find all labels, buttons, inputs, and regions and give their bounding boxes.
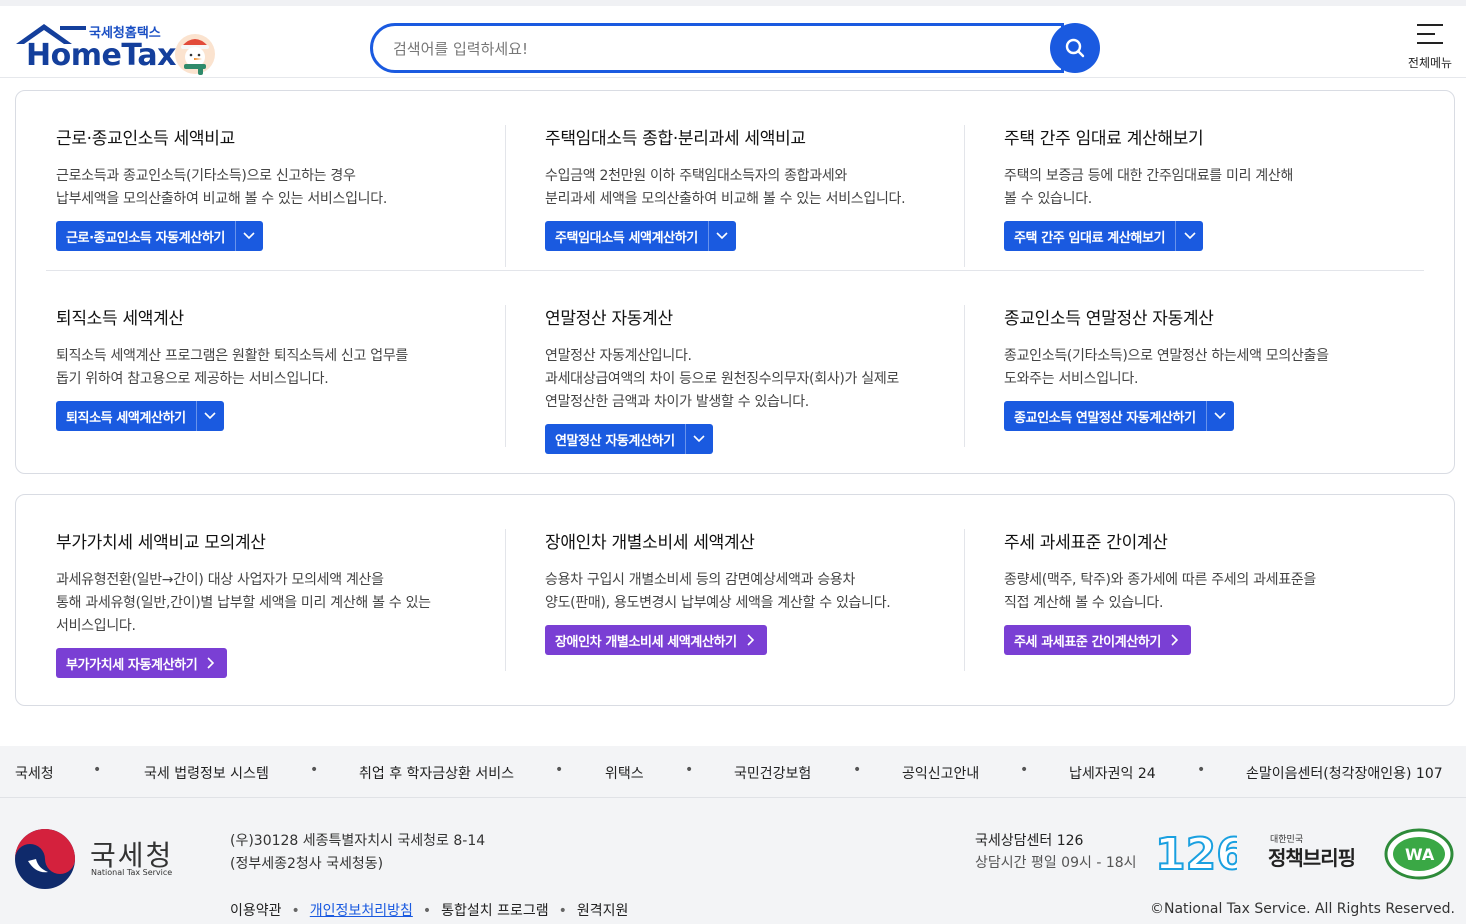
service-title: 장애인차 개별소비세 세액계산 <box>545 533 755 553</box>
search-bar <box>370 23 1100 75</box>
service-title: 퇴직소득 세액계산 <box>56 309 184 329</box>
all-menu-label: 전체메뉴 <box>1407 56 1453 70</box>
address: (우)30128 세종특별자치시 국세청로 8-14 (정부세종2청사 국세청동… <box>230 833 486 872</box>
footer-link-wetax[interactable]: 위택스 <box>605 763 644 783</box>
footer-link-taxpayer-rights[interactable]: 납세자권익 24 <box>1069 763 1156 783</box>
chevron-down-icon[interactable] <box>1175 221 1203 251</box>
footer: 국세청 • 국세 법령정보 시스템 • 취업 후 학자금상환 서비스 • 위택스… <box>0 746 1466 924</box>
nts-emblem-icon <box>15 829 75 889</box>
service-title: 주택 간주 임대료 계산해보기 <box>1004 129 1204 149</box>
hamburger-icon <box>1417 24 1443 44</box>
footer-link-student-loan[interactable]: 취업 후 학자금상환 서비스 <box>359 763 514 783</box>
chevron-right-icon <box>1171 634 1191 646</box>
footer-policy-links: 이용약관 • 개인정보처리방침 • 통합설치 프로그램 • 원격지원 <box>230 903 629 919</box>
search-icon <box>1065 38 1085 58</box>
chevron-down-icon[interactable] <box>195 401 224 431</box>
service-title: 근로·종교인소득 세액비교 <box>56 129 235 149</box>
liquor-tax-calc-button[interactable]: 주세 과세표준 간이계산하기 <box>1004 625 1191 655</box>
brand-english: HomeTax <box>26 38 177 73</box>
retirement-calc-button[interactable]: 퇴직소득 세액계산하기 <box>56 401 224 431</box>
service-desc: 근로소득과 종교인소득(기타소득)으로 신고하는 경우 납부세액을 모의산출하여… <box>56 168 387 207</box>
call-center: 국세상담센터 126 상담시간 평일 09시 - 18시 <box>975 830 1137 874</box>
call-center-hours: 상담시간 평일 09시 - 18시 <box>975 855 1137 871</box>
call-126-badge-icon[interactable]: 126 <box>1155 830 1237 874</box>
footer-link-nts[interactable]: 국세청 <box>15 763 54 783</box>
service-religious-year-end: 종교인소득 연말정산 자동계산 종교인소득(기타소득)으로 연말정산 하는세액 … <box>1004 304 1424 431</box>
service-desc: 주택의 보증금 등에 대한 간주임대료를 미리 계산해 볼 수 있습니다. <box>1004 168 1294 207</box>
install-program-link[interactable]: 통합설치 프로그램 <box>441 903 549 919</box>
footer-link-law-info[interactable]: 국세 법령정보 시스템 <box>144 763 269 783</box>
service-desc: 승용차 구입시 개별소비세 등의 감면예상세액과 승용차 양도(판매), 용도변… <box>545 572 891 611</box>
nts-english-name: National Tax Service <box>91 868 173 877</box>
web-accessibility-mark-icon: WA <box>1384 828 1454 880</box>
service-liquor-tax: 주세 과세표준 간이계산 종량세(맥주, 탁주)와 종가세에 따른 주세의 과세… <box>1004 528 1424 655</box>
service-deemed-rent: 주택 간주 임대료 계산해보기 주택의 보증금 등에 대한 간주임대료를 미리 … <box>1004 124 1424 251</box>
service-desc: 연말정산 자동계산입니다. 과세대상급여액의 차이 등으로 원천징수의무자(회사… <box>545 348 900 410</box>
calculator-panel-2: 부가가치세 세액비교 모의계산 과세유형전환(일반→간이) 대상 사업자가 모의… <box>15 494 1455 706</box>
chevron-down-icon[interactable] <box>684 424 713 454</box>
footer-related-links: 국세청 • 국세 법령정보 시스템 • 취업 후 학자금상환 서비스 • 위택스… <box>0 746 1466 798</box>
housing-rental-calc-button[interactable]: 주택임대소득 세액계산하기 <box>545 221 736 251</box>
copyright: ©National Tax Service. All Rights Reserv… <box>1150 901 1456 917</box>
header: 국세청홈택스 HomeTax 전체메뉴 <box>0 0 1466 78</box>
service-title: 부가가치세 세액비교 모의계산 <box>56 533 266 553</box>
chevron-right-icon <box>747 634 767 646</box>
remote-support-link[interactable]: 원격지원 <box>577 903 629 919</box>
call-center-title: 국세상담센터 126 <box>975 833 1084 849</box>
nts-logo[interactable]: 국세청 National Tax Service <box>14 828 184 890</box>
service-title: 주세 과세표준 간이계산 <box>1004 533 1168 553</box>
hometax-logo[interactable]: 국세청홈택스 HomeTax <box>14 22 224 78</box>
snowman-mascot-icon <box>175 34 215 75</box>
footer-link-health-insurance[interactable]: 국민건강보험 <box>734 763 811 783</box>
deemed-rent-calc-button[interactable]: 주택 간주 임대료 계산해보기 <box>1004 221 1204 251</box>
service-desc: 종교인소득(기타소득)으로 연말정산 하는세액 모의산출을 도와주는 서비스입니… <box>1004 348 1329 387</box>
service-vat-compare: 부가가치세 세액비교 모의계산 과세유형전환(일반→간이) 대상 사업자가 모의… <box>56 528 476 678</box>
svg-text:WA: WA <box>1405 845 1435 864</box>
income-religious-calc-button[interactable]: 근로·종교인소득 자동계산하기 <box>56 221 263 251</box>
chevron-down-icon[interactable] <box>1205 401 1234 431</box>
footer-link-relay-center[interactable]: 손말이음센터(청각장애인용) 107 <box>1246 763 1443 783</box>
svg-text:126: 126 <box>1155 830 1237 874</box>
service-income-religious-compare: 근로·종교인소득 세액비교 근로소득과 종교인소득(기타소득)으로 신고하는 경… <box>56 124 476 251</box>
service-housing-rental-compare: 주택임대소득 종합·분리과세 세액비교 수입금액 2천만원 이하 주택임대소득자… <box>545 124 965 251</box>
vat-calc-button[interactable]: 부가가치세 자동계산하기 <box>56 648 228 678</box>
all-menu-button[interactable]: 전체메뉴 <box>1400 22 1460 74</box>
year-end-calc-button[interactable]: 연말정산 자동계산하기 <box>545 424 713 454</box>
service-title: 종교인소득 연말정산 자동계산 <box>1004 309 1214 329</box>
service-disabled-car-tax: 장애인차 개별소비세 세액계산 승용차 구입시 개별소비세 등의 감면예상세액과… <box>545 528 965 655</box>
chevron-right-icon <box>207 657 227 669</box>
service-desc: 수입금액 2천만원 이하 주택임대소득자의 종합과세와 분리과세 세액을 모의산… <box>545 168 906 207</box>
disabled-car-calc-button[interactable]: 장애인차 개별소비세 세액계산하기 <box>545 625 767 655</box>
chevron-down-icon[interactable] <box>707 221 736 251</box>
chevron-down-icon[interactable] <box>234 221 263 251</box>
service-retirement-income: 퇴직소득 세액계산 퇴직소득 세액계산 프로그램은 원활한 퇴직소득세 신고 업… <box>56 304 476 431</box>
terms-link[interactable]: 이용약관 <box>230 903 282 919</box>
religious-year-end-calc-button[interactable]: 종교인소득 연말정산 자동계산하기 <box>1004 401 1234 431</box>
search-box <box>370 23 1064 73</box>
service-desc: 종량세(맥주, 탁주)와 종가세에 따른 주세의 과세표준을 직접 계산해 볼 … <box>1004 572 1316 611</box>
service-desc: 퇴직소득 세액계산 프로그램은 원활한 퇴직소득세 신고 업무를 돕기 위하여 … <box>56 348 408 387</box>
service-year-end-settlement: 연말정산 자동계산 연말정산 자동계산입니다. 과세대상급여액의 차이 등으로 … <box>545 304 965 454</box>
search-input[interactable] <box>393 38 1033 60</box>
calculator-panel-1: 근로·종교인소득 세액비교 근로소득과 종교인소득(기타소득)으로 신고하는 경… <box>15 90 1455 474</box>
service-desc: 과세유형전환(일반→간이) 대상 사업자가 모의세액 계산을 통해 과세유형(일… <box>56 572 431 634</box>
search-button[interactable] <box>1050 23 1100 73</box>
service-title: 주택임대소득 종합·분리과세 세액비교 <box>545 129 806 149</box>
privacy-policy-link[interactable]: 개인정보처리방침 <box>310 903 413 919</box>
service-title: 연말정산 자동계산 <box>545 309 673 329</box>
policy-briefing-logo[interactable]: 대한민국 정책브리핑 <box>1268 832 1364 872</box>
footer-link-public-report[interactable]: 공익신고안내 <box>902 763 979 783</box>
